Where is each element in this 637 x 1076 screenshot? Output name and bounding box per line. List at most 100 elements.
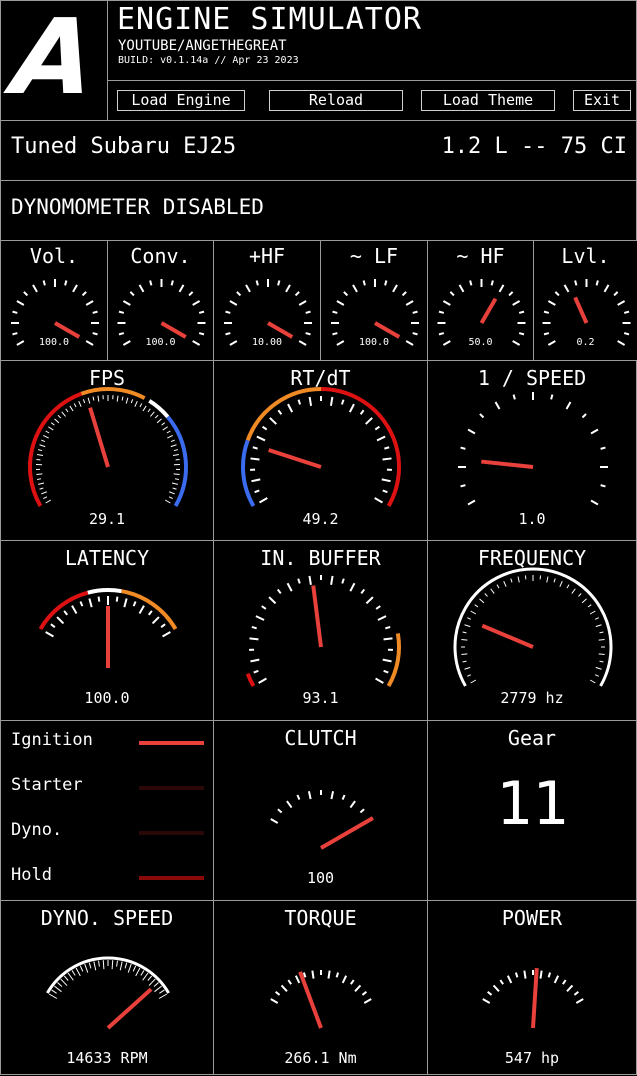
gauge-tick <box>331 791 333 799</box>
app-title: ENGINE SIMULATOR <box>117 3 422 37</box>
gauge-tick <box>225 312 230 313</box>
gauge-tick <box>24 292 28 296</box>
gauge-tick <box>72 970 75 975</box>
gauge-tick <box>467 618 471 620</box>
gauge-tick <box>468 430 475 434</box>
gauge-tick <box>85 964 88 972</box>
gauge-tick <box>278 809 282 812</box>
gauge-tick <box>597 280 598 285</box>
gauge-tick <box>614 292 618 296</box>
buffer-gauge-value: 93.1 <box>214 689 427 707</box>
gauge-tick <box>467 675 471 677</box>
gauge-tick <box>262 606 266 609</box>
gauge-tick <box>299 400 301 405</box>
load-theme-button[interactable]: Load Theme <box>421 90 555 111</box>
gauge-tick <box>355 985 360 991</box>
gauge-tick <box>269 597 275 603</box>
gauge-tick <box>549 973 550 978</box>
gauge-tick <box>88 398 90 404</box>
gauge-tick <box>439 312 444 313</box>
gauge-tick <box>180 285 184 292</box>
gauge-tick <box>331 397 332 406</box>
gauge-tick <box>413 312 418 313</box>
gauge-tick <box>306 312 311 313</box>
logo-panel: A <box>0 0 108 121</box>
gauge-arc <box>30 394 81 506</box>
load-engine-button[interactable]: Load Engine <box>117 90 245 111</box>
gauge-needle <box>162 323 186 337</box>
gauge-tick <box>350 583 354 591</box>
gauge-tick <box>491 589 495 594</box>
gauge-tick <box>555 976 558 983</box>
gauge-tick <box>123 301 130 305</box>
gauge-tick <box>257 437 265 441</box>
gauge-tick <box>332 312 337 313</box>
gauge-tick <box>271 819 278 823</box>
gauge-tick <box>169 497 173 499</box>
gauge-tick <box>65 280 66 285</box>
dyno-speed-gauge-value: 14633 RPM <box>1 1049 213 1067</box>
gauge-tick <box>378 616 386 620</box>
gauge-tick <box>461 639 467 640</box>
gauge-tick <box>375 427 379 430</box>
gauge-tick <box>540 971 541 979</box>
gauge-tick <box>590 611 595 614</box>
gauge-tick <box>299 301 306 305</box>
gauge-tick <box>479 599 483 603</box>
gauge-tick <box>509 292 513 296</box>
gauge-tick <box>167 435 172 438</box>
reload-button[interactable]: Reload <box>269 90 403 111</box>
gauge-tick <box>383 660 392 662</box>
gauge-tick <box>601 485 606 486</box>
gauge-tick <box>296 976 299 983</box>
title-panel: ENGINE SIMULATOR YOUTUBE/ANGETHEGREAT BU… <box>107 0 637 81</box>
gauge-tick <box>174 450 178 451</box>
torque-gauge-panel: TORQUE 266.1 Nm <box>213 900 428 1075</box>
gauge-tick <box>49 994 57 999</box>
gauge-tick <box>297 795 299 800</box>
gauge-tick <box>366 418 372 424</box>
gauge-arc <box>40 593 87 629</box>
gauge-tick <box>157 419 161 423</box>
gauge-tick <box>600 661 604 662</box>
gauge-tick <box>282 985 287 991</box>
gauge-tick <box>460 285 464 292</box>
mixer-gauge-panel: ~ LF100.0 <box>320 240 428 361</box>
gauge-tick <box>563 980 566 984</box>
gauge-needle <box>268 323 292 337</box>
gauge-tick <box>159 994 167 999</box>
gauge-tick <box>263 427 267 430</box>
gauge-tick <box>516 973 517 978</box>
gauge-tick <box>237 292 241 296</box>
gauge-tick <box>599 639 605 640</box>
toolbar: Load Engine Reload Load Theme Exit <box>107 80 637 121</box>
gauge-tick <box>596 667 602 669</box>
gauge-tick <box>41 440 45 441</box>
gauge-tick <box>278 280 279 285</box>
rtdt-gauge-panel: RT/dT 49.2 <box>213 360 428 541</box>
gauge-tick <box>567 585 569 588</box>
speed-gauge-panel: 1 / SPEED 1.0 <box>427 360 637 541</box>
engine-name: Tuned Subaru EJ25 <box>11 134 236 160</box>
gauge-tick <box>61 979 67 985</box>
gauge-tick <box>366 597 372 603</box>
mixer-gauge-value: 0.2 <box>534 337 637 348</box>
gauge-tick <box>33 285 37 292</box>
gauge-tick <box>199 333 204 334</box>
dyno-status-text: DYNOMOMETER DISABLED <box>11 194 264 220</box>
gauge-tick <box>120 961 122 970</box>
gauge-tick <box>251 458 260 459</box>
exit-button[interactable]: Exit <box>573 90 631 111</box>
gauge-tick <box>94 961 96 970</box>
gauge-tick <box>384 671 389 673</box>
indicator-panel: IgnitionStarterDyno.Hold <box>0 720 214 901</box>
gauge-tick <box>485 593 488 596</box>
mixer-gauge-value: 100.0 <box>108 337 213 348</box>
gauge-tick <box>470 280 471 285</box>
gauge-tick <box>624 333 629 334</box>
gauge-tick <box>343 795 345 800</box>
gauge-needle <box>90 408 108 467</box>
gauge-tick <box>298 579 300 584</box>
gauge-tick <box>376 606 380 609</box>
gauge-tick <box>62 412 66 417</box>
